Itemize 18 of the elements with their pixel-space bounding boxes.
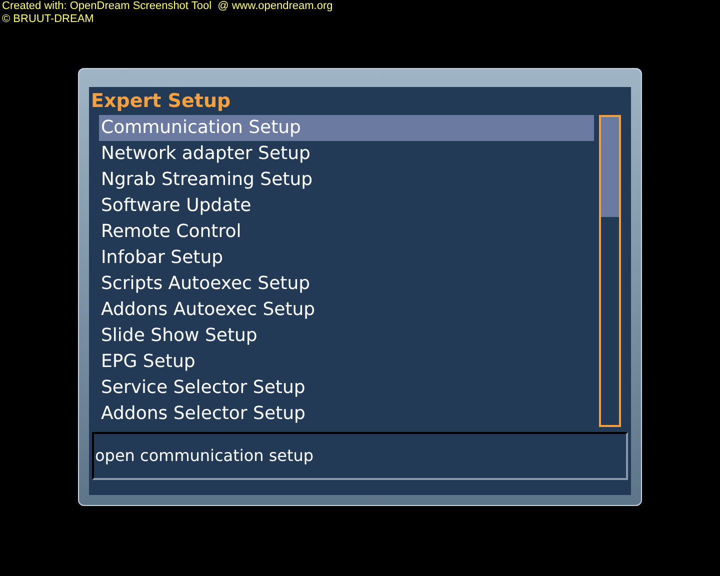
menu-item[interactable]: Communication Setup	[99, 115, 594, 141]
menu-item[interactable]: Addons Selector Setup	[99, 401, 594, 427]
menu-item[interactable]: Network adapter Setup	[99, 141, 594, 167]
credit-text: Created with: OpenDream Screenshot Tool @ www.opendream.org	[2, 0, 333, 13]
menu-item[interactable]: Ngrab Streaming Setup	[99, 167, 594, 193]
menu-item[interactable]: Scripts Autoexec Setup	[99, 271, 594, 297]
menu-item[interactable]: Addons Autoexec Setup	[99, 297, 594, 323]
credit-text: © BRUUT-DREAM	[2, 13, 95, 26]
menu-item[interactable]: Infobar Setup	[99, 245, 594, 271]
status-text: open communication setup	[95, 445, 314, 467]
menu-item[interactable]: EPG Setup	[99, 349, 594, 375]
menu-item[interactable]: Service Selector Setup	[99, 375, 594, 401]
scrollbar-thumb[interactable]	[601, 117, 619, 217]
scrollbar[interactable]	[599, 115, 621, 427]
window-title: Expert Setup	[90, 89, 232, 114]
menu-item[interactable]: Slide Show Setup	[99, 323, 594, 349]
menu-item[interactable]: Remote Control	[99, 219, 594, 245]
menu-item[interactable]: Software Update	[99, 193, 594, 219]
